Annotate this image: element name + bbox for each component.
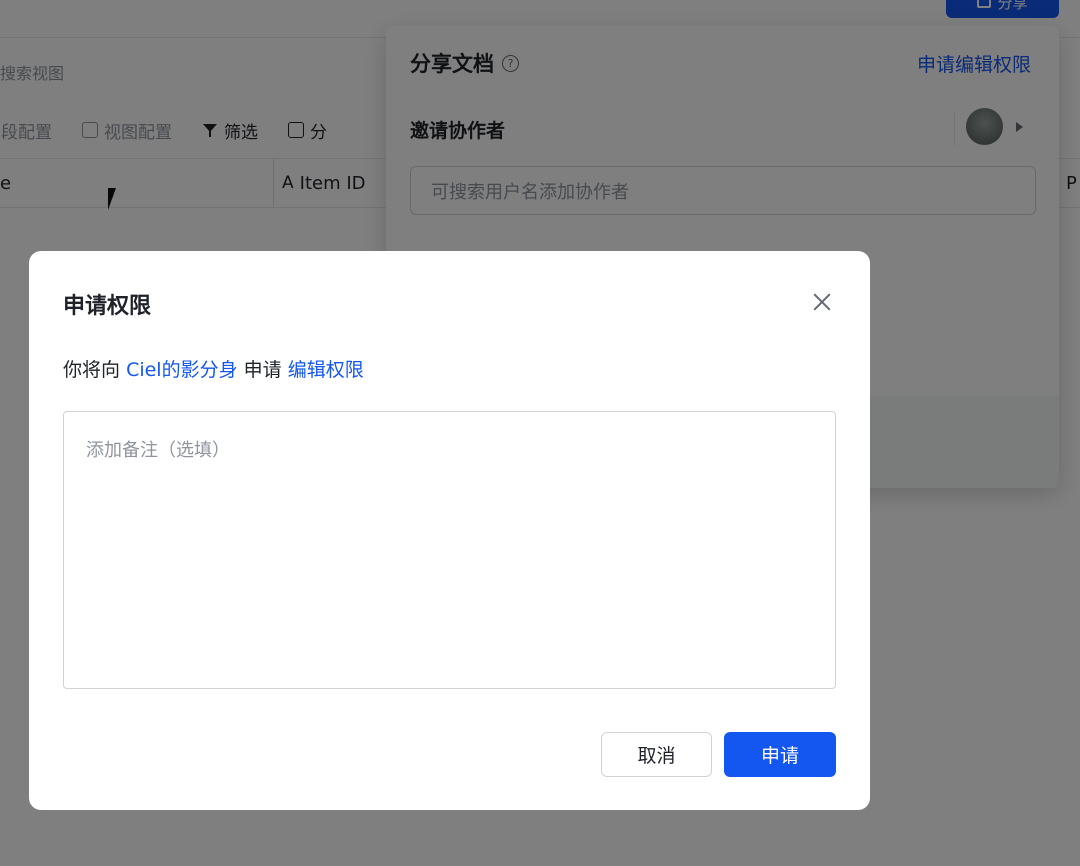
dialog-title: 申请权限 [63,294,152,319]
target-user-link[interactable]: Ciel的影分身 [126,359,238,381]
request-permission-dialog: 申请权限 你将向 Ciel的影分身 申请 编辑权限 取消 申请 [29,251,870,810]
permission-type-link[interactable]: 编辑权限 [288,359,364,381]
close-icon[interactable] [807,287,837,317]
desc-prefix: 你将向 [63,359,121,381]
cancel-button-label: 取消 [637,745,676,767]
desc-middle: 申请 [243,359,282,381]
apply-button-label: 申请 [760,745,799,767]
dialog-description: 你将向 Ciel的影分身 申请 编辑权限 [63,355,364,382]
apply-button[interactable]: 申请 [724,732,836,777]
note-textarea[interactable] [63,411,836,689]
cancel-button[interactable]: 取消 [601,732,712,777]
